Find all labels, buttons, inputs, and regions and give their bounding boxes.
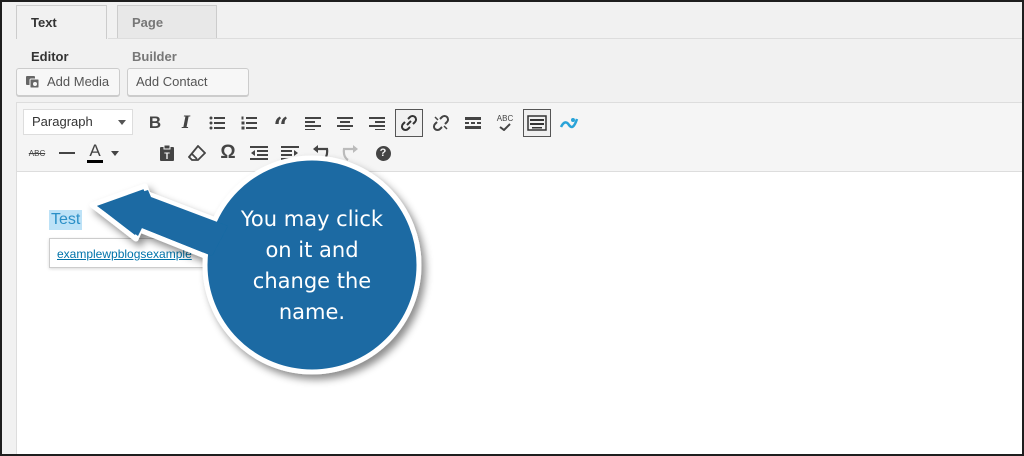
selected-link-text[interactable]: Test [49,210,83,230]
callout-line: name. [278,300,346,324]
tab-page-builder[interactable]: Page Builder [117,5,217,64]
text-color-swatch [87,159,103,163]
editor-window: Text Editor Page Builder Add Media Add C… [0,0,1024,456]
text-color-icon[interactable]: A [83,139,107,167]
italic-glyph: I [182,113,190,133]
callout-line: on it and [265,238,359,262]
help-icon[interactable]: ? [369,139,397,167]
link-preview-popup: examplewpblogsexample [49,238,219,268]
align-right-icon[interactable] [363,109,391,137]
insert-link-icon[interactable] [395,109,423,137]
outdent-icon[interactable] [245,139,273,167]
bold-glyph: B [148,113,162,132]
omega-glyph: Ω [220,142,236,163]
italic-icon[interactable]: I [172,109,200,137]
spellcheck-glyph: ABC [496,114,514,123]
callout-text: You may click on it and change the name. [232,204,392,328]
blockquote-icon[interactable]: “ [267,109,295,142]
editor-content[interactable]: Test examplewpblogsexample [17,172,1022,454]
strikethrough-icon[interactable]: ABC [23,139,51,167]
page-builder-icon[interactable] [555,109,583,137]
toolbar-toggle-icon[interactable] [523,109,551,137]
chevron-down-icon [118,120,126,125]
media-icon [26,76,40,89]
callout-line: change the [252,269,372,293]
redo-icon[interactable] [337,139,365,167]
text-color-glyph: A [89,140,101,160]
add-media-label: Add Media [47,74,110,89]
numbered-list-icon[interactable] [235,109,263,137]
blockquote-glyph: “ [273,113,289,143]
undo-icon[interactable] [306,139,334,167]
svg-text:T: T [164,151,170,161]
add-contact-form-button[interactable]: Add Contact Form [127,68,249,115]
align-center-icon[interactable] [331,109,359,137]
editor-toolbar: Paragraph B I “ ABC ABC A T Ω ? [17,103,1022,172]
strikethrough-glyph: ABC [28,148,46,158]
indent-icon[interactable] [276,139,304,167]
read-more-icon[interactable] [459,109,487,137]
chevron-down-icon[interactable] [107,139,123,167]
horizontal-line-icon[interactable] [53,139,81,167]
help-glyph: ? [375,145,391,161]
paste-text-icon[interactable]: T [153,139,181,167]
editor-area: Paragraph B I “ ABC ABC A T Ω ? Test exa… [16,102,1022,454]
bold-icon[interactable]: B [141,109,169,137]
special-character-icon[interactable]: Ω [214,139,242,167]
tab-divider [108,38,1022,39]
callout-line: You may click [240,207,384,231]
tab-text-editor[interactable]: Text Editor [16,5,107,64]
remove-link-icon[interactable] [427,109,455,137]
add-media-button[interactable]: Add Media [16,68,120,96]
link-preview-url[interactable]: examplewpblogsexample [57,247,192,261]
spellcheck-icon[interactable]: ABC [491,109,519,137]
format-select-value: Paragraph [32,114,93,129]
clear-formatting-icon[interactable] [183,139,211,167]
bullet-list-icon[interactable] [203,109,231,137]
align-left-icon[interactable] [299,109,327,137]
format-select[interactable]: Paragraph [23,109,133,135]
